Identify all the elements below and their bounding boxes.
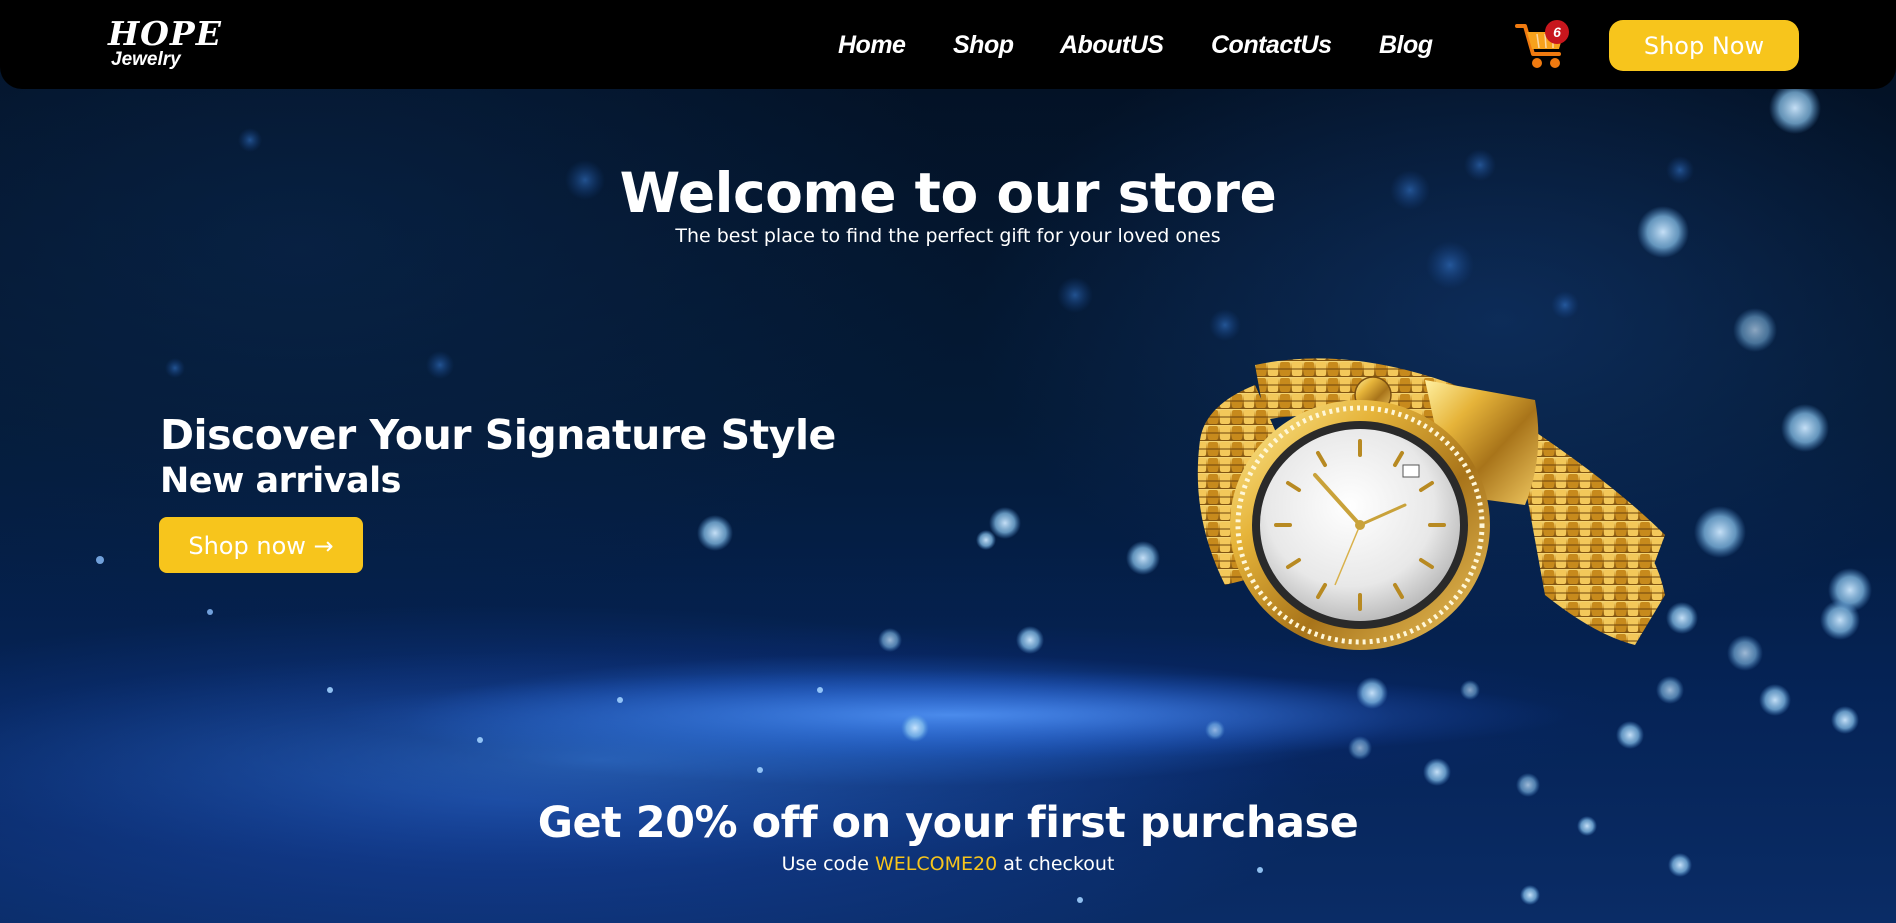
cart-button[interactable]: 6 (1515, 18, 1569, 72)
promo-code: WELCOME20 (874, 853, 998, 875)
cart-count-badge: 6 (1545, 20, 1569, 44)
promo-prefix: Use code (781, 853, 875, 875)
nav-link-about-us[interactable]: AboutUS (1060, 30, 1164, 60)
feature-title: Discover Your Signature Style (160, 411, 836, 459)
feature-subtitle: New arrivals (160, 461, 401, 501)
logo[interactable]: HOPE Jewelry (108, 16, 221, 76)
hero-subtitle: The best place to find the perfect gift … (675, 225, 1221, 247)
promo-suffix: at checkout (997, 853, 1115, 875)
watch-illustration (1197, 358, 1665, 650)
hero-shop-now-button[interactable]: Shop now → (159, 517, 363, 573)
nav-link-home[interactable]: Home (838, 30, 906, 60)
logo-text-bottom: Jewelry (111, 49, 181, 70)
nav-link-contact-us[interactable]: ContactUs (1211, 30, 1332, 60)
promo-title: Get 20% off on your first purchase (537, 798, 1359, 848)
navbar: HOPE Jewelry Home Shop AboutUS ContactUs… (0, 0, 1896, 89)
promo-subtitle: Use code WELCOME20 at checkout (0, 852, 1896, 876)
logo-text-top: HOPE (108, 14, 222, 53)
hero-title: Welcome to our store (619, 161, 1277, 225)
nav-link-blog[interactable]: Blog (1379, 30, 1433, 60)
shop-now-button[interactable]: Shop Now (1609, 20, 1799, 71)
nav-link-shop[interactable]: Shop (953, 30, 1014, 60)
gold-watch-image[interactable] (1195, 345, 1675, 665)
